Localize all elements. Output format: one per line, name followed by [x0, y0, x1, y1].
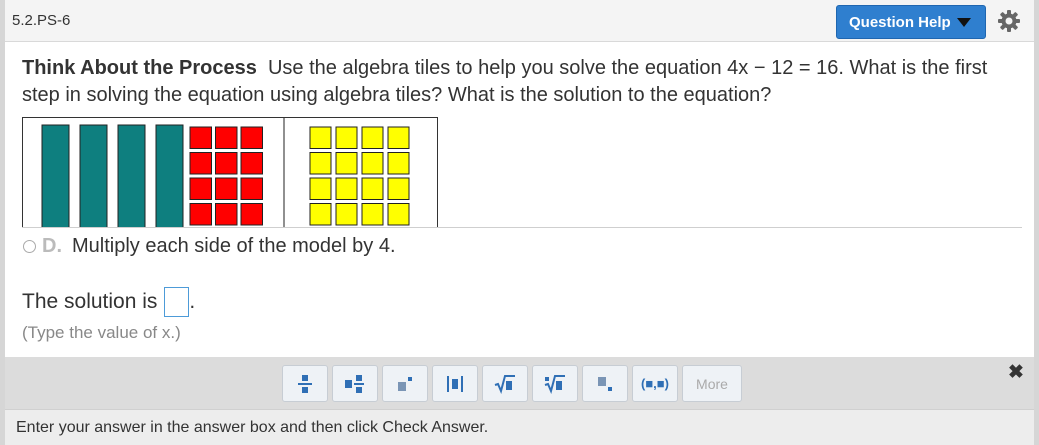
- positive-unit-tile: [335, 152, 358, 175]
- algebra-tiles-model: [22, 117, 438, 227]
- positive-unit-tile: [309, 203, 332, 226]
- question-frame: 5.2.PS-6 Question Help Think About the P…: [0, 0, 1039, 445]
- positive-unit-tile: [387, 152, 410, 175]
- top-bar: 5.2.PS-6 Question Help: [5, 0, 1034, 42]
- math-toolbar: (■,■) More ✖: [5, 357, 1034, 409]
- positive-unit-tile: [309, 152, 332, 175]
- caret-down-icon: [956, 17, 971, 27]
- radio-button[interactable]: [23, 240, 36, 253]
- negative-unit-tile: [240, 203, 263, 226]
- question-id: 5.2.PS-6: [12, 12, 71, 29]
- negative-unit-tile: [240, 126, 263, 149]
- divider: [22, 227, 1022, 228]
- absolute-value-button[interactable]: [432, 365, 478, 402]
- subscript-button[interactable]: [582, 365, 628, 402]
- x-tile: [155, 124, 184, 227]
- positive-unit-tile: [387, 126, 410, 149]
- negative-unit-tile: [189, 203, 212, 226]
- more-button[interactable]: More: [682, 365, 742, 402]
- status-bar: Enter your answer in the answer box and …: [5, 409, 1034, 445]
- negative-unit-tile: [240, 177, 263, 200]
- algebra-tiles-svg: [41, 118, 410, 227]
- positive-unit-tile: [309, 126, 332, 149]
- solution-row: The solution is .: [22, 287, 195, 317]
- negative-unit-tile: [189, 177, 212, 200]
- positive-unit-tile: [361, 177, 384, 200]
- question-help-label: Question Help: [849, 13, 951, 31]
- negative-unit-tile: [240, 152, 263, 175]
- answer-input[interactable]: [164, 287, 190, 317]
- negative-unit-tile: [215, 152, 238, 175]
- positive-unit-tile: [387, 177, 410, 200]
- x-tile: [41, 124, 70, 227]
- solution-hint: (Type the value of x.): [22, 323, 181, 342]
- question-text: Think About the Process Use the algebra …: [22, 55, 1022, 109]
- nth-root-icon: [544, 374, 565, 394]
- option-text: Multiply each side of the model by 4.: [72, 235, 396, 257]
- negative-unit-tile: [215, 126, 238, 149]
- negative-unit-tile: [189, 152, 212, 175]
- negative-unit-tile: [189, 126, 212, 149]
- ordered-pair-button[interactable]: (■,■): [632, 365, 678, 402]
- nth-root-button[interactable]: [532, 365, 578, 402]
- positive-unit-tile: [335, 203, 358, 226]
- positive-unit-tile: [361, 152, 384, 175]
- square-root-icon: [494, 374, 515, 394]
- fraction-button[interactable]: [282, 365, 328, 402]
- gear-icon[interactable]: [997, 9, 1021, 33]
- solution-suffix: .: [189, 290, 196, 313]
- absolute-value-icon: [447, 375, 463, 392]
- option-letter: D.: [42, 235, 62, 257]
- subscript-icon: [598, 376, 612, 391]
- positive-unit-tile: [387, 203, 410, 226]
- positive-unit-tile: [335, 177, 358, 200]
- mixed-number-button[interactable]: [332, 365, 378, 402]
- exponent-icon: [398, 376, 412, 391]
- x-tile: [117, 124, 146, 227]
- positive-unit-tile: [309, 177, 332, 200]
- answer-option-d[interactable]: D. Multiply each side of the model by 4.: [23, 235, 396, 258]
- exponent-button[interactable]: [382, 365, 428, 402]
- positive-unit-tile: [361, 126, 384, 149]
- close-icon[interactable]: ✖: [1008, 361, 1024, 384]
- question-help-button[interactable]: Question Help: [836, 5, 986, 39]
- positive-unit-tile: [361, 203, 384, 226]
- solution-prefix: The solution is: [22, 290, 158, 313]
- mixed-number-icon: [345, 374, 364, 393]
- negative-unit-tile: [215, 177, 238, 200]
- negative-unit-tile: [215, 203, 238, 226]
- x-tile: [79, 124, 108, 227]
- positive-unit-tile: [335, 126, 358, 149]
- fraction-icon: [298, 374, 312, 393]
- square-root-button[interactable]: [482, 365, 528, 402]
- question-lead: Think About the Process: [22, 57, 257, 79]
